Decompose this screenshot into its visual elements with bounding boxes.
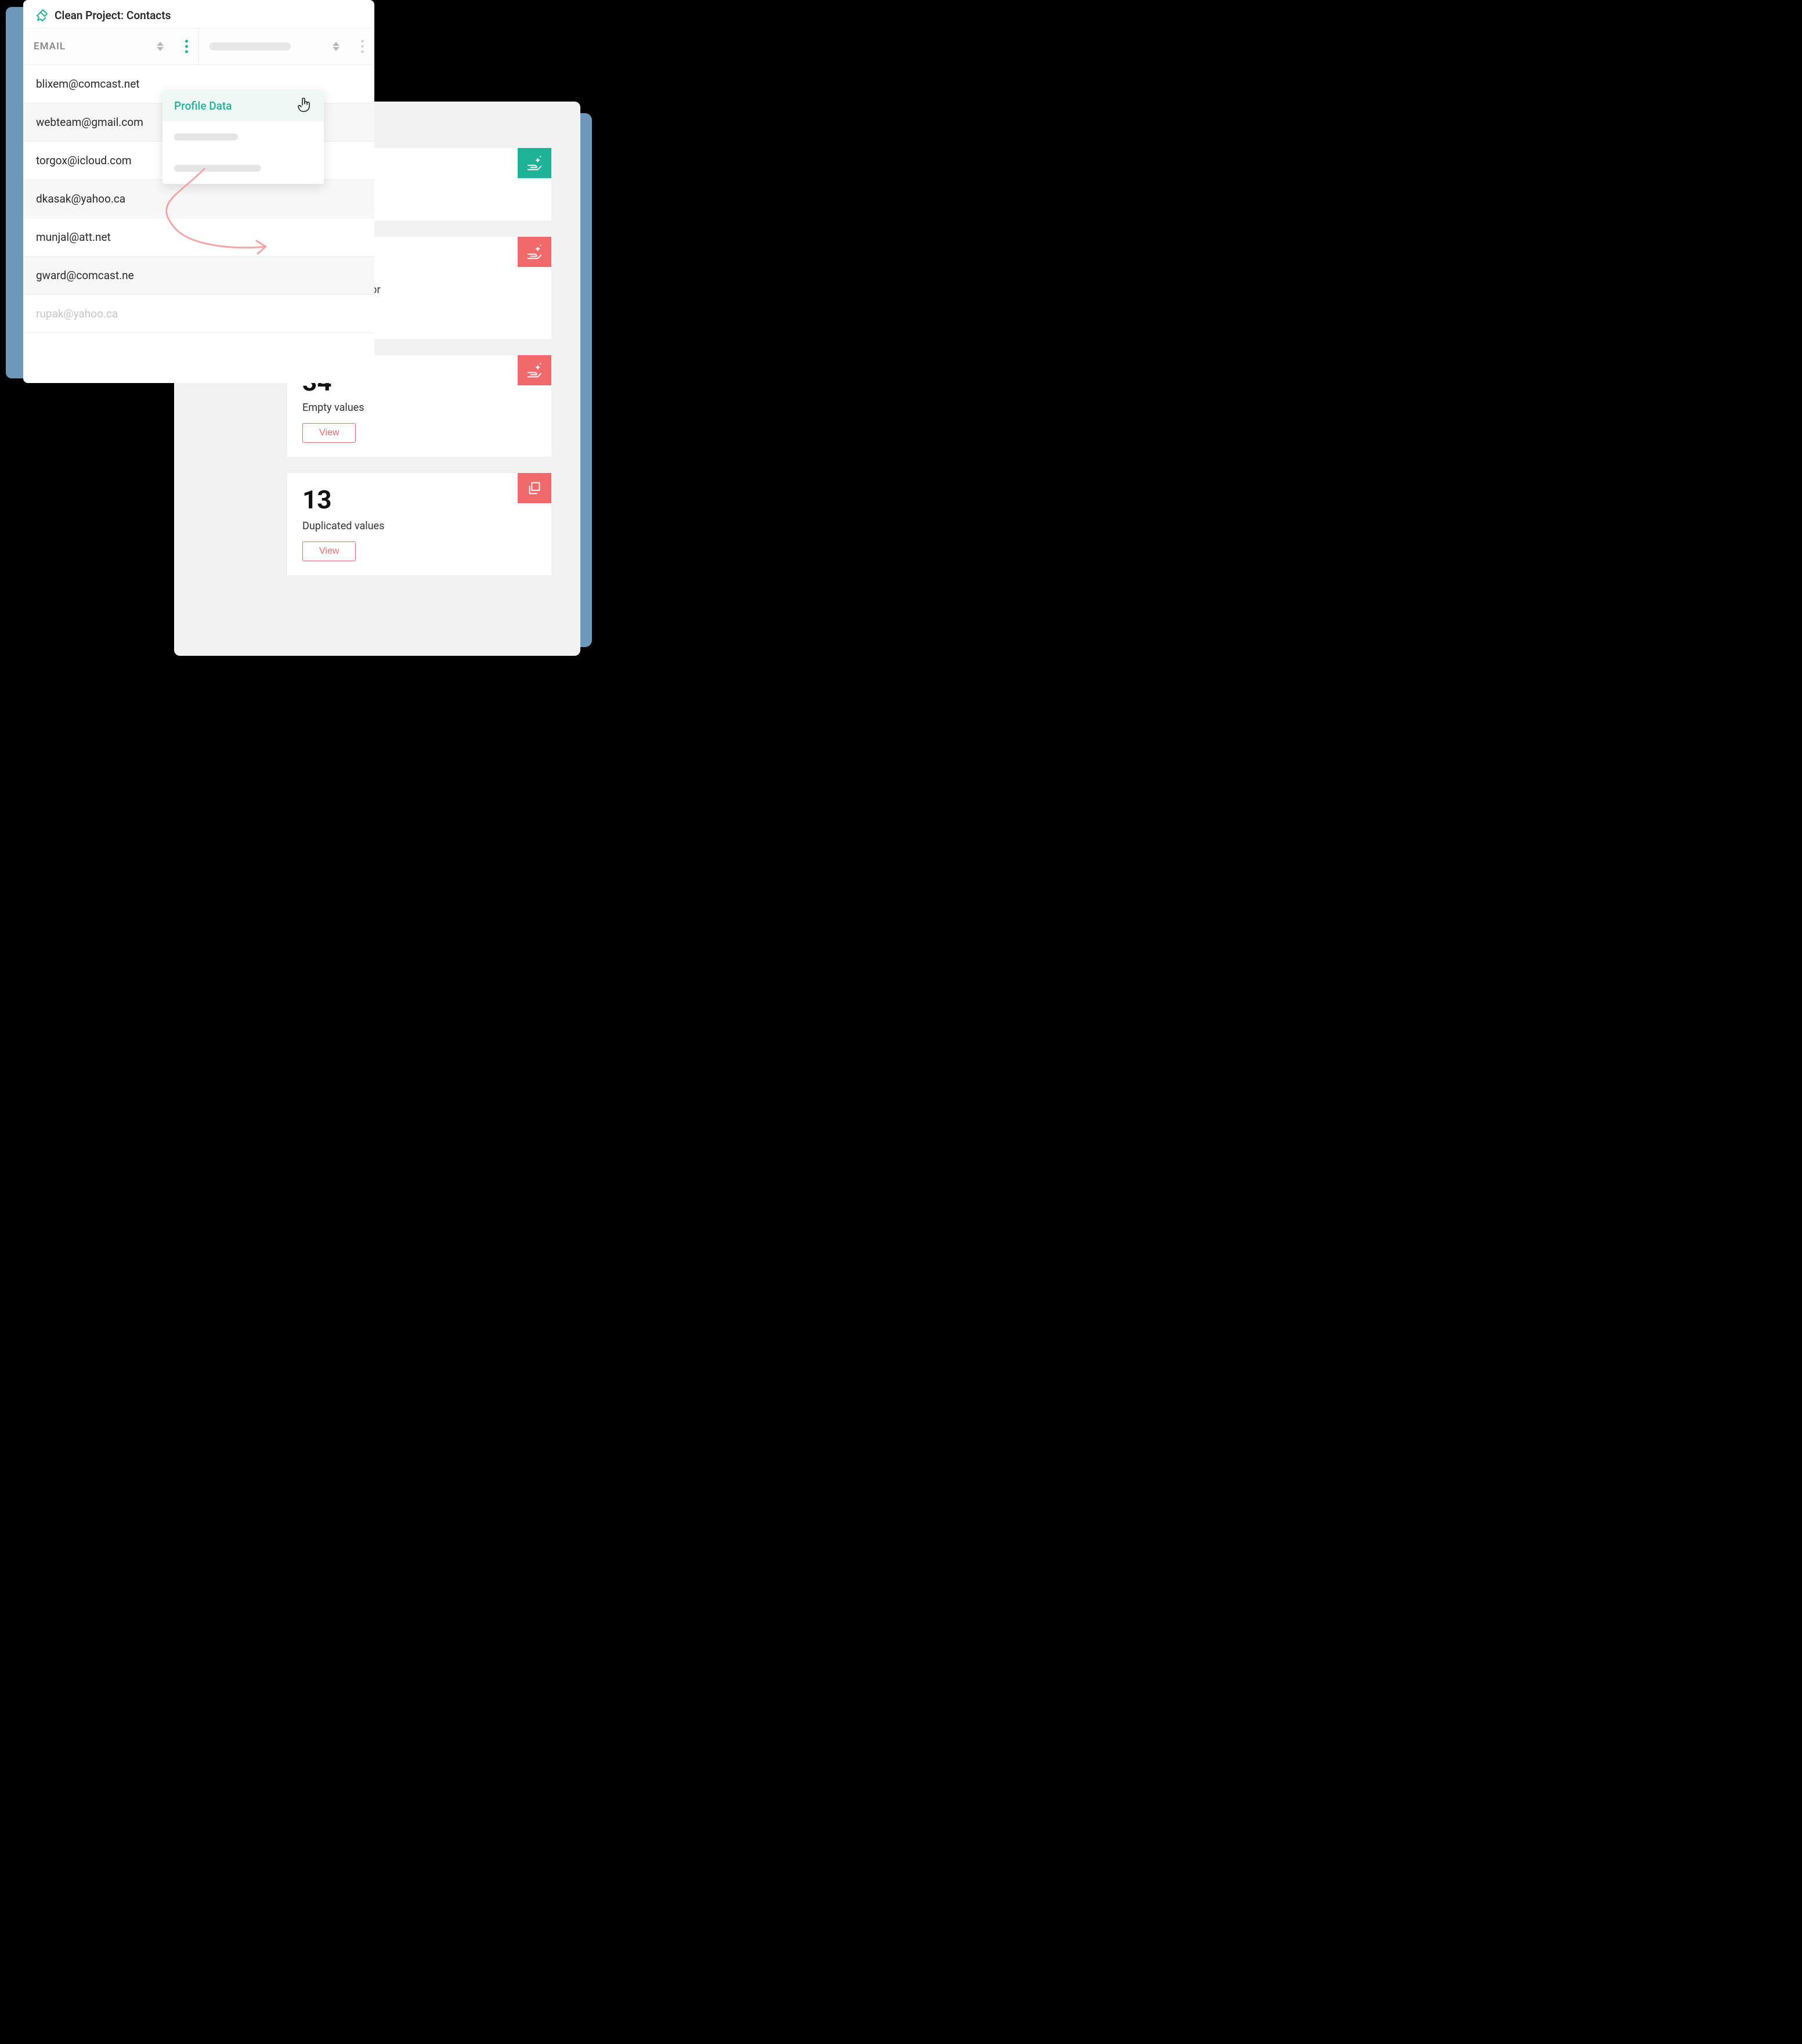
cell-email: torgox@icloud.com [36,154,132,167]
menu-item-placeholder[interactable] [162,121,324,153]
column-header-row: EMAIL [23,28,374,65]
sort-asc-icon [333,42,340,46]
table-row[interactable]: munjal@att.net [23,218,374,257]
menu-item-label: Profile Data [174,99,232,113]
cell-email: blixem@comcast.net [36,77,140,91]
badge-duplicate-icon [518,473,551,503]
cell-email: rupak@yahoo.ca [36,307,118,320]
badge-error-icon [518,237,551,267]
view-button-empty[interactable]: View [302,423,356,443]
cell-email: dkasak@yahoo.ca [36,192,125,205]
card-caption: Duplicated values [302,520,536,532]
hand-sparkle-icon [526,154,543,172]
panel-title: Clean Project: Contacts [55,9,171,22]
sort-toggle[interactable] [157,42,164,51]
column-header-placeholder[interactable] [199,28,374,64]
cell-email: webteam@gmail.com [36,115,143,129]
stack-icon [526,479,543,497]
column-header-email[interactable]: EMAIL [23,28,199,64]
placeholder-bar [174,165,261,172]
badge-empty-icon [518,355,551,385]
cell-email: munjal@att.net [36,230,111,244]
sort-toggle[interactable] [333,42,340,51]
placeholder-bar [174,133,238,140]
view-button-duplicates[interactable]: View [302,541,356,561]
table-row[interactable]: rupak@yahoo.ca [23,295,374,333]
pointer-hand-icon [297,97,312,114]
hand-sparkle-icon [526,362,543,379]
menu-item-placeholder[interactable] [162,153,324,184]
card-value: 13 [302,486,536,514]
sort-desc-icon [333,47,340,51]
menu-item-profile-data[interactable]: Profile Data [162,90,324,121]
card-duplicated-values: 13 Duplicated values View [287,473,551,575]
placeholder-bar [210,42,291,50]
sort-desc-icon [157,47,164,51]
contacts-panel: Clean Project: Contacts EMAIL blixem@co [23,0,374,383]
brush-icon [35,8,49,22]
sort-asc-icon [157,42,164,46]
column-label: EMAIL [34,41,66,52]
hand-sparkle-icon [526,243,543,261]
table-row[interactable]: gward@comcast.ne [23,257,374,295]
column-menu-button[interactable] [361,40,364,53]
column-menu-dropdown: Profile Data [162,90,324,184]
card-caption: Empty values [302,402,536,414]
table-row[interactable]: dkasak@yahoo.ca [23,180,374,218]
badge-valid-icon [518,148,551,178]
column-menu-button[interactable] [185,40,188,53]
panel-title-row: Clean Project: Contacts [23,0,374,28]
cell-email: gward@comcast.ne [36,269,134,282]
